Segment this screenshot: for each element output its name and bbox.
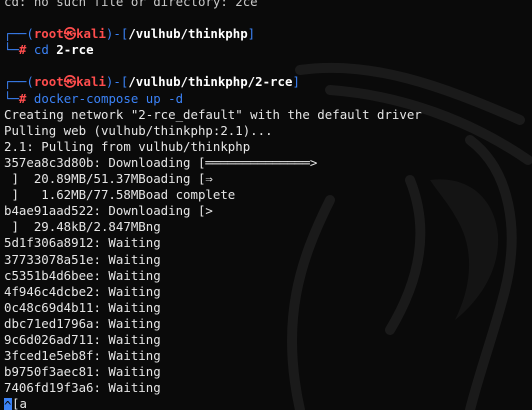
output-line: 4f946c4dcbe2: Waiting: [4, 283, 161, 299]
prompt-frame-open: ┌──(: [4, 26, 34, 42]
error-line: cd: no such file or directory: 2ce: [4, 0, 258, 9]
prompt-header-2: ┌──(root㉿kali)-[/vulhub/thinkphp/2-rce]: [0, 74, 532, 90]
output-line: c5351b4d6bee: Waiting: [4, 267, 161, 283]
output-line: dbc71ed1796a: Waiting: [4, 315, 161, 331]
skull-icon: ㉿: [63, 26, 77, 42]
output-line: 3fced1e5eb8f: Waiting: [4, 348, 161, 364]
command-text: docker-compose up -d: [33, 90, 184, 106]
prompt-frame-close: ]: [247, 26, 256, 42]
prompt-hash: #: [18, 42, 27, 58]
prompt-path: /vulhub/thinkphp/2-rce: [128, 74, 293, 90]
output-line: ] 29.48kB/2.847MBng: [4, 219, 161, 235]
prompt-hash: #: [18, 90, 27, 106]
prompt-frame-mid: )-[: [105, 74, 129, 90]
command-arg: 2-rce: [56, 42, 94, 58]
prompt-header-1: ┌──(root㉿kali)-[/vulhub/thinkphp]: [0, 26, 532, 42]
output-line: 2.1: Pulling from vulhub/thinkphp: [4, 138, 251, 154]
command-line-1: └─# cd 2-rce: [0, 42, 532, 58]
prompt-frame-open: ┌──(: [4, 74, 34, 90]
output-line: b9750f3aec81: Waiting: [4, 364, 161, 380]
output-line: Creating network "2-rce_default" with th…: [4, 106, 422, 122]
prompt-corner: └─: [4, 42, 19, 58]
skull-icon: ㉿: [63, 74, 77, 90]
output-line: 9c6d026ad711: Waiting: [4, 331, 161, 347]
prompt-path: /vulhub/thinkphp: [128, 26, 248, 42]
prompt-host: kali: [76, 74, 106, 90]
output-line: 7406fd19f3a6: Waiting: [4, 380, 161, 396]
output-line: 5d1f306a8912: Waiting: [4, 235, 161, 251]
input-line[interactable]: ^[a: [0, 396, 532, 410]
output-line: b4ae91aad522: Downloading [>: [4, 203, 213, 219]
output-line: 37733078a51e: Waiting: [4, 251, 161, 267]
command-name: cd: [33, 42, 49, 58]
prompt-corner: └─: [4, 90, 19, 106]
prompt-frame-mid: )-[: [105, 26, 129, 42]
output-line: 357ea8c3d80b: Downloading [═════════════…: [4, 154, 318, 170]
prompt-user: root: [33, 26, 64, 42]
command-line-2: └─# docker-compose up -d: [0, 91, 532, 107]
terminal-output: cd: no such file or directory: 2ce ┌──(r…: [0, 0, 532, 410]
typed-text: [a: [12, 396, 27, 410]
output-line: ] 20.89MB/51.37MBoading [⇒: [4, 171, 213, 187]
output-line: Pulling web (vulhub/thinkphp:2.1)...: [4, 122, 273, 138]
prompt-host: kali: [76, 26, 106, 42]
text-cursor: ^: [4, 398, 12, 410]
output-line: 0c48c69d4b11: Waiting: [4, 299, 161, 315]
terminal-window[interactable]: cd: no such file or directory: 2ce ┌──(r…: [0, 0, 532, 410]
prompt-user: root: [33, 74, 64, 90]
prompt-frame-close: ]: [292, 74, 300, 90]
output-line: ] 1.62MB/77.58MBoad complete: [4, 187, 236, 203]
